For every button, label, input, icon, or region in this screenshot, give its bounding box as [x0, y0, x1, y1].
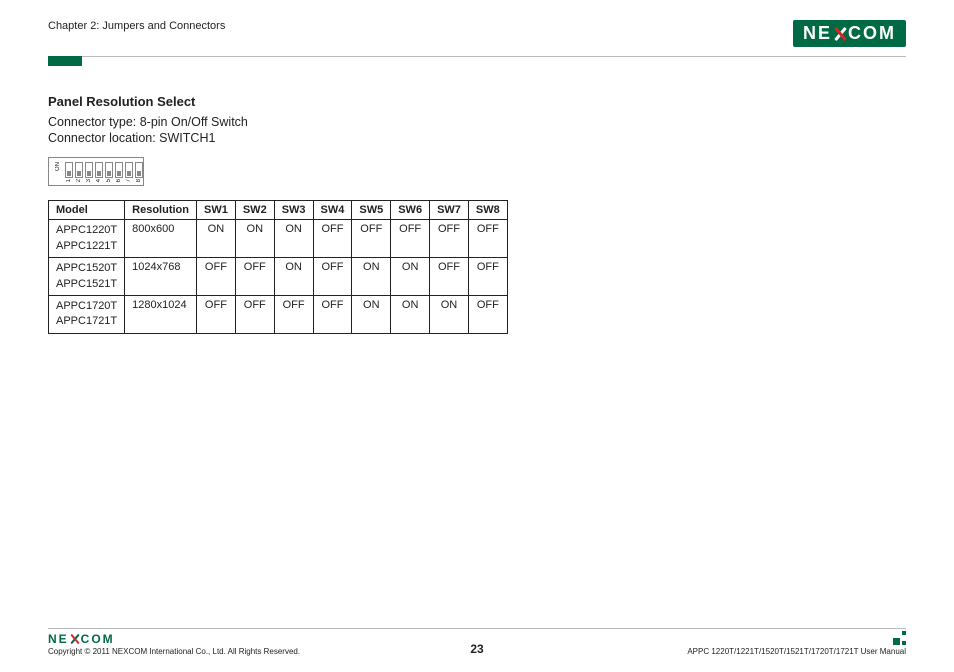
table-header: SW7: [430, 201, 469, 220]
table-header: Model: [49, 201, 125, 220]
page-number: 23: [48, 642, 906, 656]
chapter-title: Chapter 2: Jumpers and Connectors: [48, 20, 225, 32]
dip-slot-icon: [135, 162, 143, 178]
model-cell: APPC1220TAPPC1221T: [49, 220, 125, 258]
header-rule: [48, 56, 906, 57]
switch-cell: ON: [197, 220, 236, 258]
dip-pin: 2: [75, 162, 83, 182]
dip-on-label: ON: [55, 162, 61, 171]
dip-pin: 6: [115, 162, 123, 182]
switch-cell: OFF: [468, 295, 507, 333]
table-row: APPC1220TAPPC1221T800x600ONONONOFFOFFOFF…: [49, 220, 508, 258]
model-cell: APPC1720TAPPC1721T: [49, 295, 125, 333]
dip-switch-diagram: ON 1 2 3 4 5 6 7 8: [48, 157, 144, 186]
switch-cell: ON: [352, 258, 391, 296]
dip-slot-icon: [75, 162, 83, 178]
footer-decoration-icon: [892, 631, 906, 645]
accent-bar: [48, 56, 82, 66]
switch-cell: OFF: [313, 295, 352, 333]
brand-logo: NE COM: [793, 20, 906, 47]
dip-slot-icon: [95, 162, 103, 178]
table-header: SW8: [468, 201, 507, 220]
switch-cell: OFF: [197, 295, 236, 333]
switch-cell: ON: [391, 295, 430, 333]
table-header: SW2: [235, 201, 274, 220]
switch-cell: OFF: [391, 220, 430, 258]
dip-pin-number: 4: [96, 179, 102, 182]
table-header: Resolution: [125, 201, 197, 220]
switch-cell: ON: [352, 295, 391, 333]
switch-cell: OFF: [235, 258, 274, 296]
model-cell: APPC1520TAPPC1521T: [49, 258, 125, 296]
dip-slot-icon: [65, 162, 73, 178]
resolution-cell: 1280x1024: [125, 295, 197, 333]
dip-pin-number: 7: [126, 179, 132, 182]
table-header: SW3: [274, 201, 313, 220]
switch-cell: ON: [430, 295, 469, 333]
connector-location: Connector location: SWITCH1: [48, 131, 906, 145]
table-row: APPC1720TAPPC1721T1280x1024OFFOFFOFFOFFO…: [49, 295, 508, 333]
resolution-table: ModelResolutionSW1SW2SW3SW4SW5SW6SW7SW8 …: [48, 200, 508, 333]
footer-rule: [48, 628, 906, 629]
dip-pin-number: 5: [106, 179, 112, 182]
section-title: Panel Resolution Select: [48, 94, 906, 109]
dip-pin: 8: [135, 162, 143, 182]
switch-cell: OFF: [313, 258, 352, 296]
switch-cell: OFF: [274, 295, 313, 333]
switch-cell: OFF: [352, 220, 391, 258]
table-header: SW1: [197, 201, 236, 220]
logo-text-right: COM: [848, 23, 896, 44]
dip-pin-number: 6: [116, 179, 122, 182]
switch-cell: OFF: [313, 220, 352, 258]
table-header: SW5: [352, 201, 391, 220]
dip-pin: 7: [125, 162, 133, 182]
switch-cell: OFF: [197, 258, 236, 296]
switch-cell: ON: [274, 258, 313, 296]
dip-pin: 5: [105, 162, 113, 182]
footer: NE COM Copyright © 2011 NEXCOM Internati…: [48, 628, 906, 656]
switch-cell: OFF: [468, 258, 507, 296]
dip-slot-icon: [105, 162, 113, 178]
switch-cell: OFF: [430, 258, 469, 296]
table-row: APPC1520TAPPC1521T1024x768OFFOFFONOFFONO…: [49, 258, 508, 296]
switch-cell: ON: [391, 258, 430, 296]
dip-pin-number: 1: [66, 179, 72, 182]
resolution-cell: 1024x768: [125, 258, 197, 296]
dip-pin: 3: [85, 162, 93, 182]
dip-slot-icon: [115, 162, 123, 178]
dip-slot-icon: [125, 162, 133, 178]
dip-pin-number: 8: [136, 179, 142, 182]
dip-pin-number: 2: [76, 179, 82, 182]
logo-x-icon: [833, 27, 847, 41]
connector-type: Connector type: 8-pin On/Off Switch: [48, 115, 906, 129]
switch-cell: OFF: [468, 220, 507, 258]
table-header: SW4: [313, 201, 352, 220]
dip-pin-number: 3: [86, 179, 92, 182]
switch-cell: ON: [274, 220, 313, 258]
switch-cell: ON: [235, 220, 274, 258]
switch-cell: OFF: [235, 295, 274, 333]
logo-text-left: NE: [803, 23, 832, 44]
table-header: SW6: [391, 201, 430, 220]
dip-pin: 1: [65, 162, 73, 182]
dip-slot-icon: [85, 162, 93, 178]
dip-pin: 4: [95, 162, 103, 182]
resolution-cell: 800x600: [125, 220, 197, 258]
switch-cell: OFF: [430, 220, 469, 258]
